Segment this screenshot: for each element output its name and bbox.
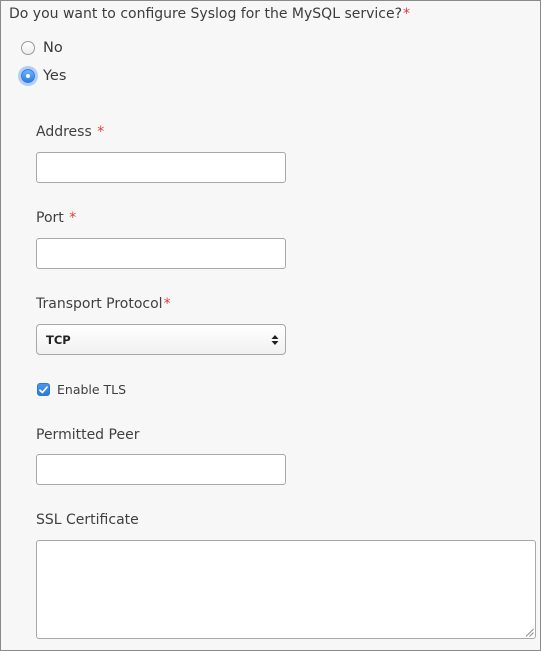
enable-tls-checkbox[interactable]	[37, 383, 50, 396]
transport-protocol-label: Transport Protocol*	[36, 296, 171, 312]
required-asterisk: *	[97, 124, 105, 140]
required-asterisk: *	[69, 210, 77, 226]
radio-yes-label: Yes	[43, 68, 67, 84]
ssl-certificate-label-text: SSL Certificate	[36, 512, 139, 528]
radio-option-no[interactable]: No	[21, 40, 63, 56]
ssl-certificate-label: SSL Certificate	[36, 512, 139, 528]
radio-yes[interactable]	[21, 69, 35, 83]
permitted-peer-label: Permitted Peer	[36, 427, 139, 443]
ssl-certificate-textarea[interactable]	[36, 540, 536, 639]
address-label: Address *	[36, 124, 104, 140]
checkmark-icon	[39, 385, 48, 393]
syslog-question: Do you want to configure Syslog for the …	[9, 6, 410, 22]
transport-protocol-value: TCP	[46, 332, 71, 347]
port-label: Port *	[36, 210, 76, 226]
address-label-text: Address	[36, 124, 92, 140]
resize-grip-icon[interactable]	[525, 628, 534, 637]
port-input[interactable]	[36, 238, 286, 269]
address-input[interactable]	[36, 152, 286, 183]
permitted-peer-input[interactable]	[36, 454, 286, 485]
port-label-text: Port	[36, 210, 64, 226]
transport-protocol-label-text: Transport Protocol	[36, 296, 163, 312]
enable-tls-row[interactable]: Enable TLS	[37, 382, 126, 397]
required-asterisk: *	[163, 296, 171, 312]
syslog-question-text: Do you want to configure Syslog for the …	[9, 6, 403, 22]
radio-no[interactable]	[21, 41, 35, 55]
select-arrows-icon	[271, 334, 279, 346]
transport-protocol-select[interactable]: TCP	[36, 324, 286, 355]
enable-tls-label: Enable TLS	[57, 382, 127, 397]
radio-no-label: No	[43, 40, 63, 56]
syslog-config-form: Do you want to configure Syslog for the …	[0, 0, 541, 651]
required-asterisk: *	[403, 6, 411, 22]
permitted-peer-label-text: Permitted Peer	[36, 427, 140, 443]
radio-option-yes[interactable]: Yes	[21, 68, 66, 84]
